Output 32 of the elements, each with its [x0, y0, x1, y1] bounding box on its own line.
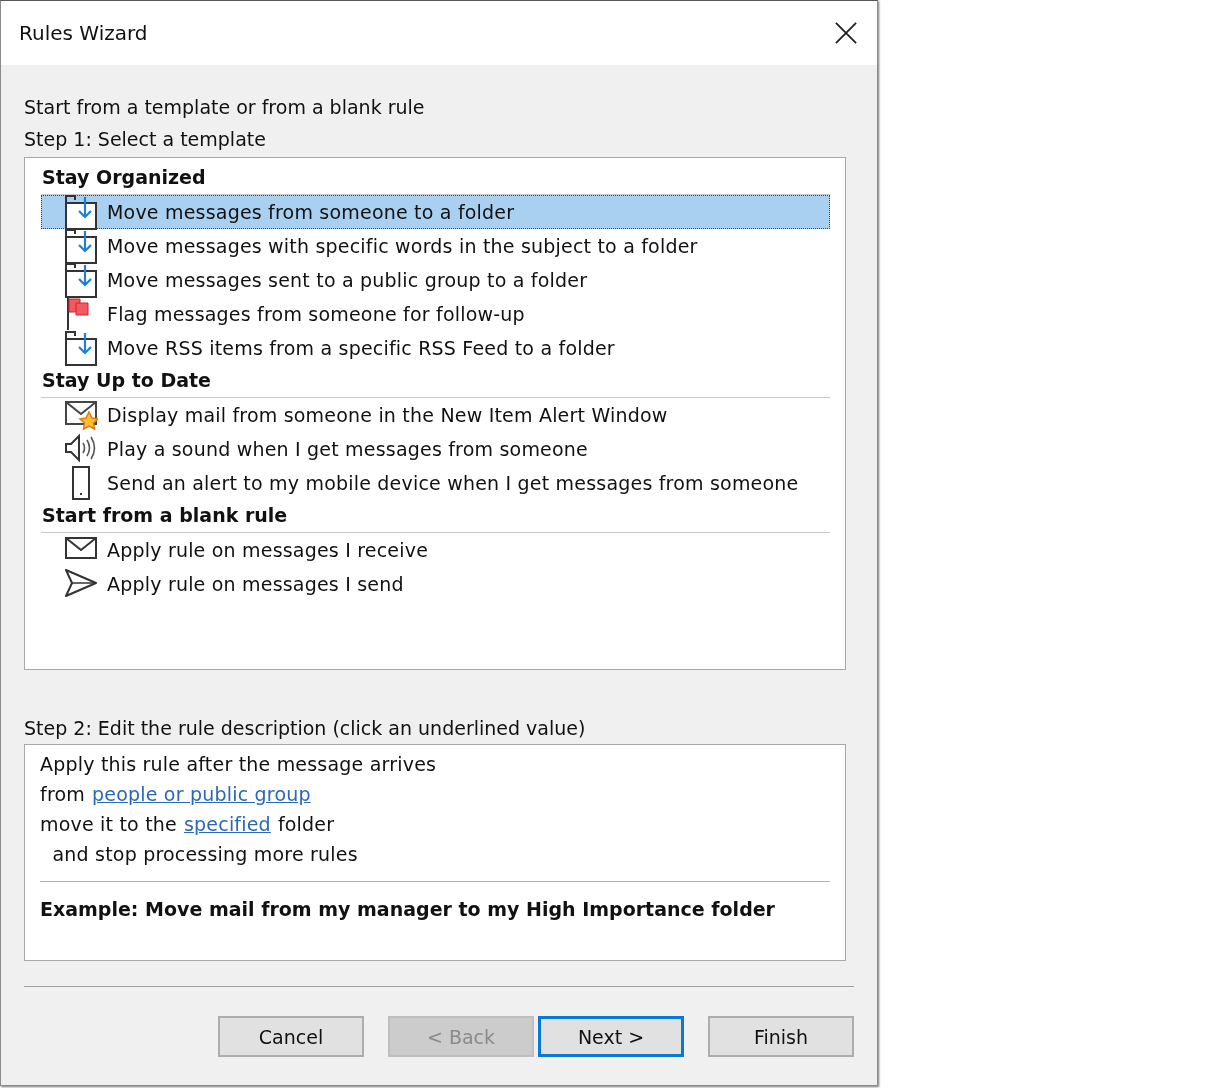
step-label: Step 2: Edit the rule description (click an underlined value)	[24, 716, 587, 741]
description-text: and stop processing more rules	[51, 842, 358, 867]
dialog-button[interactable]: Cancel	[218, 1016, 364, 1057]
template-item[interactable]: Move RSS items from a specific RSS Feed to a folder	[41, 331, 830, 365]
description-text: folder	[277, 812, 335, 837]
description-text: move it to the	[40, 812, 177, 837]
group-heading: Stay Up to Date	[41, 365, 830, 398]
folder-arrow-icon	[64, 194, 98, 230]
template-item[interactable]: Move messages sent to a public group to a folder	[41, 263, 830, 297]
example-text: Example: Move mail from my manager to my High Importance folder	[40, 897, 776, 922]
template-item[interactable]: Play a sound when I get messages from someone	[41, 432, 830, 466]
value-link[interactable]: specified	[184, 809, 271, 839]
dialog-button[interactable]: Finish	[708, 1016, 854, 1057]
intro-text: Start from a template or from a blank rule	[24, 95, 426, 120]
template-item[interactable]: Apply rule on messages I send	[41, 567, 830, 601]
template-item[interactable]: Move messages from someone to a folder	[41, 195, 830, 229]
dialog-button[interactable]: Next >	[538, 1016, 684, 1057]
step-label: Step 1: Select a template	[24, 127, 267, 152]
template-item[interactable]: Display mail from someone in the New Item Alert Window	[41, 398, 830, 432]
template-item[interactable]: Send an alert to my mobile device when I get messages from someone	[41, 466, 830, 500]
description-text: Apply this rule after the message arrives	[40, 752, 437, 777]
close-icon[interactable]	[835, 22, 857, 44]
group-heading: Start from a blank rule	[41, 500, 830, 533]
folder-arrow-icon	[64, 228, 98, 264]
template-item[interactable]: Apply rule on messages I receive	[41, 533, 830, 567]
template-item[interactable]: Move messages with specific words in the subject to a folder	[41, 229, 830, 263]
description-text: from	[40, 782, 86, 807]
window-title: Rules Wizard	[19, 21, 148, 45]
folder-arrow-icon	[64, 330, 98, 366]
value-link[interactable]: people or public group	[92, 779, 311, 809]
folder-arrow-icon	[64, 262, 98, 298]
template-item[interactable]: Flag messages from someone for follow-up	[41, 297, 830, 331]
